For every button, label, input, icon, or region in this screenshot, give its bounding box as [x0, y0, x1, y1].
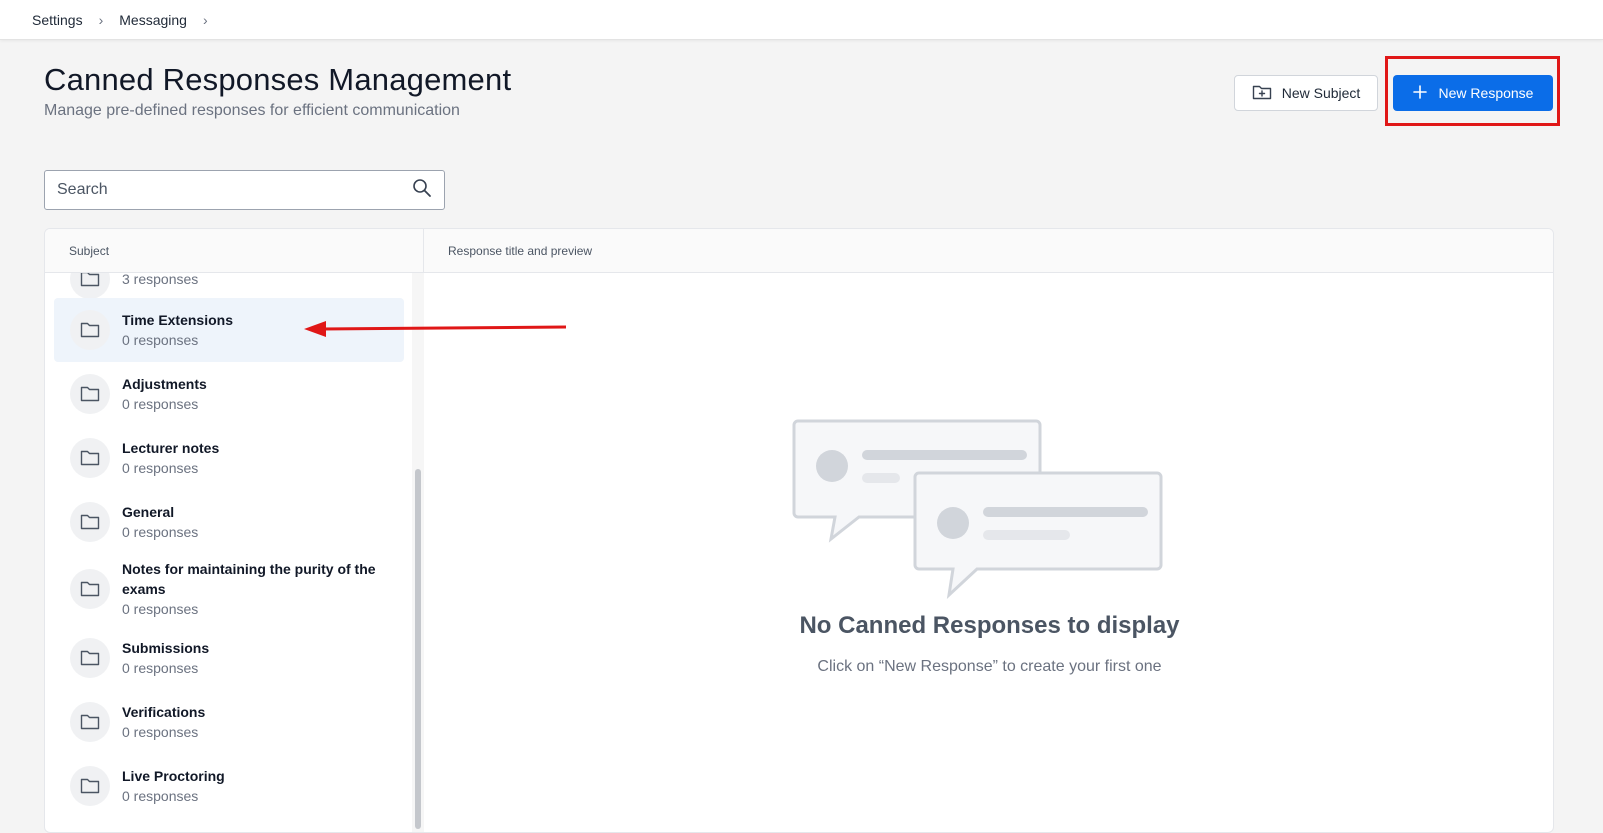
subject-list-scrollbar[interactable] — [412, 273, 424, 832]
subject-count: 3 responses — [122, 273, 199, 287]
search-box — [44, 170, 445, 210]
new-response-button[interactable]: New Response — [1393, 75, 1553, 111]
new-subject-button[interactable]: New Subject — [1234, 75, 1378, 111]
new-subject-label: New Subject — [1281, 85, 1361, 101]
subject-item-exam-purity-notes[interactable]: Notes for maintaining the purity of the … — [54, 552, 404, 626]
subject-count: 0 responses — [122, 724, 199, 740]
breadcrumb-settings[interactable]: Settings — [32, 12, 83, 28]
folder-icon — [70, 766, 110, 806]
subject-item-time-extensions[interactable]: Time Extensions 0 responses — [54, 298, 404, 362]
subject-name: Notes for maintaining the purity of the … — [122, 561, 376, 597]
subject-name: Submissions — [122, 640, 210, 656]
subject-item-lecturer-notes[interactable]: Lecturer notes 0 responses — [54, 426, 404, 490]
subject-count: 0 responses — [122, 660, 199, 676]
subject-item-adjustments[interactable]: Adjustments 0 responses — [54, 362, 404, 426]
subject-item-general[interactable]: General 0 responses — [54, 490, 404, 554]
folder-icon — [70, 569, 110, 609]
page-subtitle: Manage pre-defined responses for efficie… — [44, 102, 460, 119]
folder-icon — [70, 273, 110, 299]
subject-item-live-proctoring[interactable]: Live Proctoring 0 responses — [54, 754, 404, 818]
subject-name: General — [122, 504, 175, 520]
subject-column-header: Subject — [45, 229, 423, 273]
folder-icon — [70, 310, 110, 350]
subject-name: Time Extensions — [122, 312, 234, 328]
folder-icon — [70, 638, 110, 678]
folder-icon — [70, 502, 110, 542]
responses-panel: Subject 3 responses Time Extensions 0 re… — [44, 228, 1554, 833]
search-input[interactable] — [57, 181, 412, 199]
breadcrumb-messaging[interactable]: Messaging — [119, 12, 187, 28]
empty-state-title: No Canned Responses to display — [799, 612, 1180, 639]
response-column-header: Response title and preview — [424, 229, 1553, 273]
subject-count: 0 responses — [122, 332, 199, 348]
breadcrumb-separator: › — [202, 11, 208, 28]
subject-item-verifications[interactable]: Verifications 0 responses — [54, 690, 404, 754]
subject-count: 0 responses — [122, 524, 199, 540]
folder-icon — [70, 374, 110, 414]
plus-icon — [1412, 84, 1427, 102]
empty-state-message: Click on “New Response” to create your f… — [817, 658, 1162, 675]
subject-count: 0 responses — [122, 601, 199, 617]
subject-list: 3 responses Time Extensions 0 responses … — [45, 273, 424, 832]
subject-name: Lecturer notes — [122, 440, 220, 456]
subject-count: 0 responses — [122, 396, 199, 412]
folder-icon — [70, 438, 110, 478]
folder-icon — [70, 702, 110, 742]
subject-count: 0 responses — [122, 460, 199, 476]
folder-plus-icon — [1252, 83, 1272, 104]
search-icon[interactable] — [412, 178, 432, 203]
subject-name: Adjustments — [122, 376, 207, 392]
scrollbar-thumb[interactable] — [415, 469, 421, 829]
responses-column: Response title and preview No Canned Res… — [424, 229, 1553, 832]
breadcrumb-separator: › — [98, 11, 104, 28]
subject-count: 0 responses — [122, 788, 199, 804]
chat-bubbles-icon — [792, 419, 1164, 604]
subject-name: Live Proctoring — [122, 768, 225, 784]
subject-item-submissions[interactable]: Submissions 0 responses — [54, 626, 404, 690]
new-response-label: New Response — [1438, 85, 1534, 101]
subject-name: Verifications — [122, 704, 206, 720]
top-bar: Settings › Messaging › — [0, 0, 1603, 40]
subjects-column: Subject 3 responses Time Extensions 0 re… — [45, 229, 424, 832]
page-title: Canned Responses Management — [44, 62, 512, 97]
